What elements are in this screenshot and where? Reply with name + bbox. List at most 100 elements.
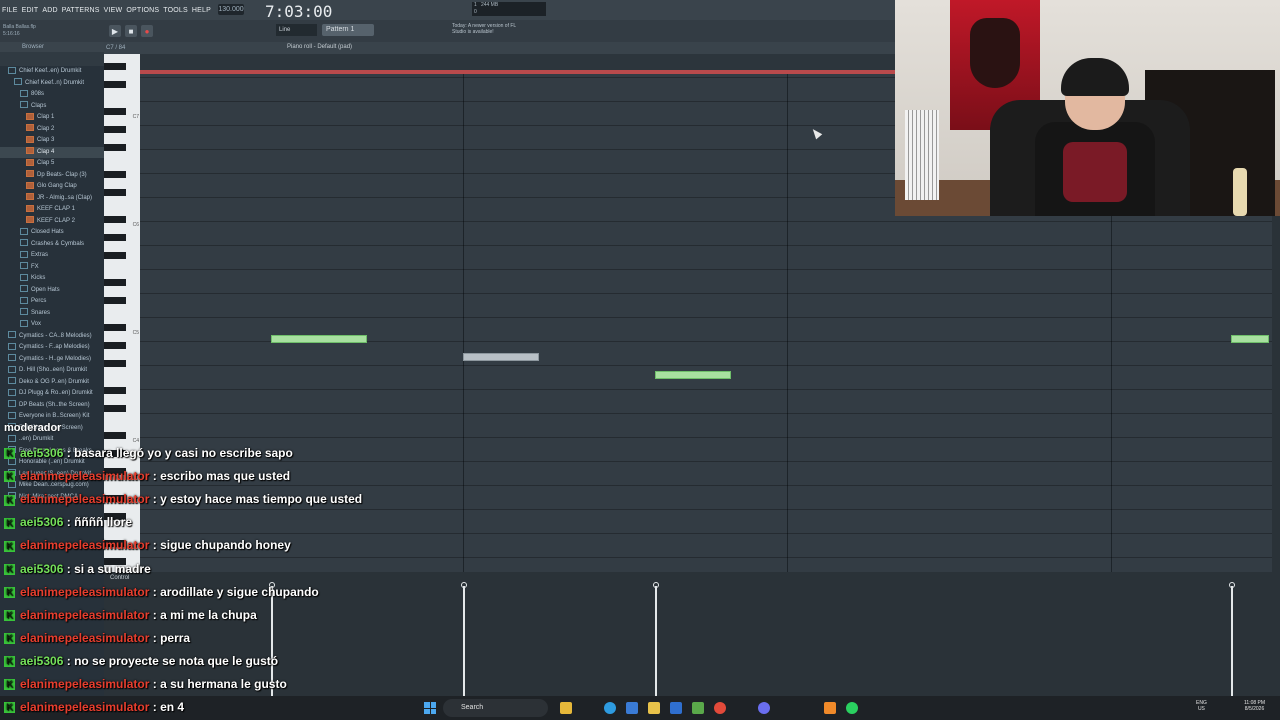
taskbar-search[interactable]: Search <box>443 699 548 717</box>
browser-folder[interactable]: Chief Keef..en) Drumkit <box>0 66 104 78</box>
minecraft-icon[interactable] <box>692 702 704 714</box>
browser-folder[interactable]: Snares <box>0 308 104 320</box>
mail-icon[interactable] <box>670 702 682 714</box>
browser-file[interactable]: KEEF CLAP 1 <box>0 204 104 216</box>
language-indicator[interactable]: ENG US <box>1196 700 1207 712</box>
browser-folder[interactable]: 808s <box>0 89 104 101</box>
clock[interactable]: 11:08 PM 8/5/2026 <box>1244 700 1265 712</box>
vertical-scrollbar[interactable] <box>1272 216 1280 696</box>
timeline-ruler[interactable] <box>140 54 895 74</box>
note[interactable] <box>1231 335 1269 343</box>
note[interactable] <box>463 353 539 361</box>
browser-folder[interactable]: Vox <box>0 319 104 331</box>
menu-view[interactable]: VIEW <box>102 7 125 14</box>
file-explorer-icon[interactable] <box>560 702 572 714</box>
clock-date: 8/5/2026 <box>1244 706 1265 712</box>
piano-black-key[interactable] <box>104 324 126 331</box>
note[interactable] <box>655 371 731 379</box>
menu-edit[interactable]: EDIT <box>20 7 41 14</box>
piano-black-key[interactable] <box>104 189 126 196</box>
browser-file[interactable]: Glo Gang Clap <box>0 181 104 193</box>
chat-message: Kaei5306 : si a su madre <box>0 562 151 576</box>
browser-folder[interactable]: Open Hats <box>0 285 104 297</box>
pattern-selector[interactable]: Pattern 1 <box>322 24 374 36</box>
kick-badge-icon: K <box>4 494 15 506</box>
browser-folder[interactable]: Claps <box>0 101 104 113</box>
menu-add[interactable]: ADD <box>40 7 59 14</box>
browser-folder[interactable]: Cymatics - F..ap Melodies) <box>0 342 104 354</box>
piano-black-key[interactable] <box>104 387 126 394</box>
velocity-bar[interactable] <box>461 582 467 696</box>
folder-icon[interactable] <box>648 702 660 714</box>
update-notice[interactable]: Today: A newer version of FL Studio is a… <box>452 23 524 35</box>
menu-tools[interactable]: TOOLS <box>161 7 190 14</box>
piano-black-key[interactable] <box>104 63 126 70</box>
browser-folder[interactable]: Extras <box>0 250 104 262</box>
browser-folder[interactable]: DP Beats (Sh..the Screen) <box>0 400 104 412</box>
browser-folder[interactable]: Percs <box>0 296 104 308</box>
browser-folder[interactable]: ..en) Drumkit <box>0 434 104 446</box>
folder-icon <box>20 89 28 97</box>
menu-help[interactable]: HELP <box>190 7 213 14</box>
menu-file[interactable]: FILE <box>0 7 20 14</box>
browser-folder[interactable]: Closed Hats <box>0 227 104 239</box>
browser-folder[interactable]: FX <box>0 262 104 274</box>
browser-folder[interactable]: DJ Plugg & Ro..en) Drumkit <box>0 388 104 400</box>
browser-file[interactable]: Clap 2 <box>0 124 104 136</box>
menu-patterns[interactable]: PATTERNS <box>60 7 102 14</box>
browser-file[interactable]: Clap 1 <box>0 112 104 124</box>
browser-item-label: Everyone in B..Screen) Kit <box>19 413 90 419</box>
piano-black-key[interactable] <box>104 234 126 241</box>
tempo-display[interactable]: 130.000 <box>218 4 244 15</box>
piano-black-key[interactable] <box>104 144 126 151</box>
record-icon[interactable]: ● <box>141 25 153 37</box>
browser-folder[interactable]: Everyone in B..Screen) Kit <box>0 411 104 423</box>
browser-file[interactable]: JR - Almig..sa (Clap) <box>0 193 104 205</box>
chat-username: elanimepeleasimulator <box>20 607 150 622</box>
browser-folder[interactable]: Kicks <box>0 273 104 285</box>
fl-studio-icon[interactable] <box>824 702 836 714</box>
piano-black-key[interactable] <box>104 216 126 223</box>
browser-file[interactable]: Clap 5 <box>0 158 104 170</box>
chrome-icon[interactable] <box>714 702 726 714</box>
velocity-bar[interactable] <box>653 582 659 696</box>
edge-icon[interactable] <box>604 702 616 714</box>
piano-black-key[interactable] <box>104 360 126 367</box>
windows-start-icon[interactable] <box>424 702 436 714</box>
piano-black-key[interactable] <box>104 342 126 349</box>
play-icon[interactable]: ▶ <box>109 25 121 37</box>
browser-folder[interactable]: Cymatics - CA..8 Melodies) <box>0 331 104 343</box>
piano-black-key[interactable] <box>104 171 126 178</box>
piano-black-key[interactable] <box>104 405 126 412</box>
stop-icon[interactable]: ■ <box>125 25 137 37</box>
browser-file[interactable]: KEEF CLAP 2 <box>0 216 104 228</box>
piano-black-key[interactable] <box>104 432 126 439</box>
browser-folder[interactable]: Chief Keef..n) Drumkit <box>0 78 104 90</box>
chat-username: elanimepeleasimulator <box>20 677 150 691</box>
note[interactable] <box>271 335 367 343</box>
discord-icon[interactable] <box>758 702 770 714</box>
browser-file[interactable]: Dp Beats- Clap (3) <box>0 170 104 182</box>
browser-folder[interactable]: Crashes & Cymbals <box>0 239 104 251</box>
velocity-bar[interactable] <box>1229 582 1235 696</box>
chat-username: elanimepeleasimulator <box>20 538 150 553</box>
piano-black-key[interactable] <box>104 297 126 304</box>
piano-black-key[interactable] <box>104 126 126 133</box>
piano-black-key[interactable] <box>104 252 126 259</box>
browser-folder[interactable]: Cymatics - H..ge Melodies) <box>0 354 104 366</box>
snap-select[interactable]: Line <box>276 24 317 36</box>
store-icon[interactable] <box>626 702 638 714</box>
piano-black-key[interactable] <box>104 108 126 115</box>
piano-black-key[interactable] <box>104 81 126 88</box>
spotify-icon[interactable] <box>846 702 858 714</box>
piano-black-key[interactable] <box>104 279 126 286</box>
browser-folder[interactable]: D. Hill (Sho..een) Drumkit <box>0 365 104 377</box>
audio-file-icon <box>26 193 34 201</box>
browser-file[interactable]: Clap 3 <box>0 135 104 147</box>
browser-file[interactable]: Clap 4 <box>0 146 104 158</box>
browser-folder[interactable]: Deko & OG P..en) Drumkit <box>0 377 104 389</box>
song-time-display[interactable]: 7:03:00 <box>265 2 332 21</box>
menu-options[interactable]: OPTIONS <box>124 7 161 14</box>
kick-badge-icon: K <box>4 586 15 598</box>
step-display: C7 / 84 <box>106 45 126 51</box>
